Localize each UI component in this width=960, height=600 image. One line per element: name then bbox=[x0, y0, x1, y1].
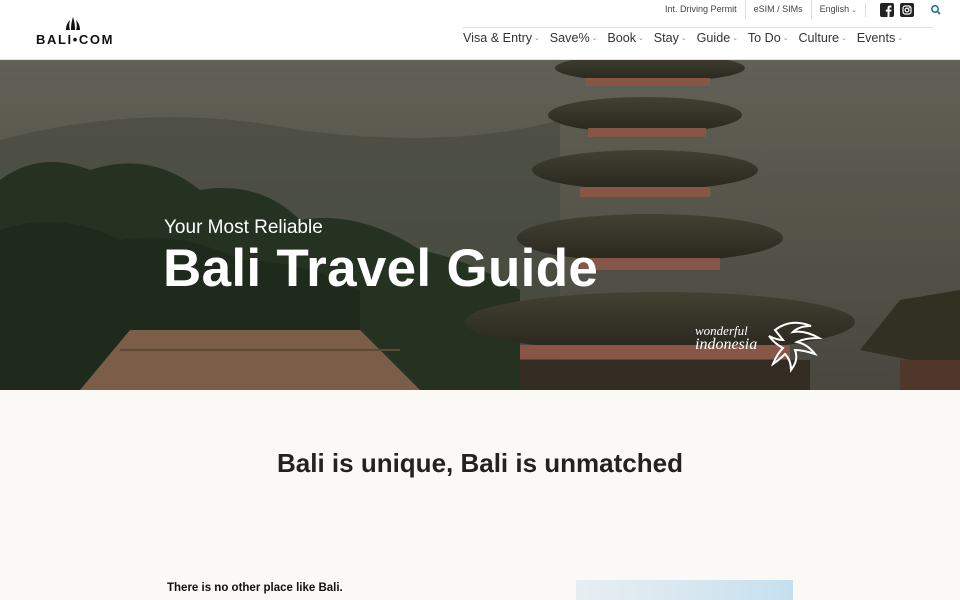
nav-item-label: Guide bbox=[696, 31, 731, 45]
search-icon[interactable] bbox=[928, 2, 944, 18]
esim-link[interactable]: eSIM / SIMs bbox=[746, 0, 812, 19]
nav-item-label: Culture bbox=[798, 31, 840, 45]
nav-item-visa-entry[interactable]: Visa & Entry ⌄ bbox=[463, 31, 540, 45]
chevron-down-icon: ⌄ bbox=[591, 35, 598, 42]
hero-title: Bali Travel Guide bbox=[163, 239, 599, 298]
instagram-icon[interactable] bbox=[900, 2, 914, 17]
nav-item-label: Visa & Entry bbox=[463, 31, 533, 45]
chevron-down-icon: ⌄ bbox=[680, 35, 687, 42]
nav-item-label: Stay bbox=[653, 31, 679, 45]
nav-item-label: Book bbox=[607, 31, 637, 45]
nav-item-book[interactable]: Book ⌄ bbox=[607, 31, 644, 45]
badge-line-2: indonesia bbox=[695, 336, 758, 353]
language-label: English bbox=[819, 3, 850, 14]
site-logo[interactable]: BALI•COM bbox=[36, 17, 112, 47]
facebook-icon[interactable] bbox=[880, 2, 894, 17]
hero-banner: Your Most Reliable Bali Travel Guide won… bbox=[0, 60, 960, 390]
nav-divider bbox=[463, 27, 933, 28]
logo-text: BALI•COM bbox=[36, 32, 115, 47]
hero-subtitle: Your Most Reliable bbox=[164, 217, 323, 238]
chevron-down-icon: ⌄ bbox=[782, 35, 789, 42]
chevron-down-icon: ⌄ bbox=[841, 35, 847, 42]
nav-item-stay[interactable]: Stay ⌄ bbox=[654, 31, 687, 45]
promo-image-card[interactable] bbox=[576, 580, 793, 600]
nav-item-save[interactable]: Save% ⌄ bbox=[550, 31, 598, 45]
chevron-down-icon: ⌄ bbox=[638, 35, 644, 42]
nav-item-label: To Do bbox=[747, 31, 781, 45]
nav-item-events[interactable]: Events ⌄ bbox=[857, 31, 903, 45]
nav-item-guide[interactable]: Guide ⌄ bbox=[697, 31, 738, 45]
language-select[interactable]: English ⌄ bbox=[812, 0, 865, 20]
driving-permit-link[interactable]: Int. Driving Permit bbox=[657, 0, 746, 19]
section-heading: Bali is unique, Bali is unmatched bbox=[277, 448, 683, 478]
chevron-down-icon: ⌄ bbox=[897, 35, 904, 42]
site-header: BALI•COM Int. Driving Permit eSIM / SIMs… bbox=[0, 0, 960, 60]
garuda-bird-icon bbox=[768, 321, 823, 373]
nav-item-culture[interactable]: Culture ⌄ bbox=[798, 31, 846, 45]
main-nav: Visa & Entry ⌄ Save% ⌄ Book ⌄ Stay ⌄ Guide ⌄ … bbox=[463, 31, 913, 45]
nav-item-label: Save% bbox=[549, 31, 590, 45]
chevron-down-icon: ⌄ bbox=[732, 35, 739, 42]
utility-bar: Int. Driving Permit eSIM / SIMs English ⌄ bbox=[657, 0, 944, 19]
wonderful-indonesia-logo: wonderful indonesia bbox=[695, 320, 825, 374]
chevron-down-icon: ⌄ bbox=[851, 6, 857, 14]
intro-text: There is no other place like Bali. bbox=[167, 582, 343, 594]
nav-item-to-do[interactable]: To Do ⌄ bbox=[748, 31, 789, 45]
nav-item-label: Events bbox=[856, 31, 896, 45]
logo-leaf-icon bbox=[66, 17, 80, 30]
chevron-down-icon: ⌄ bbox=[534, 35, 540, 42]
social-links bbox=[865, 2, 926, 17]
